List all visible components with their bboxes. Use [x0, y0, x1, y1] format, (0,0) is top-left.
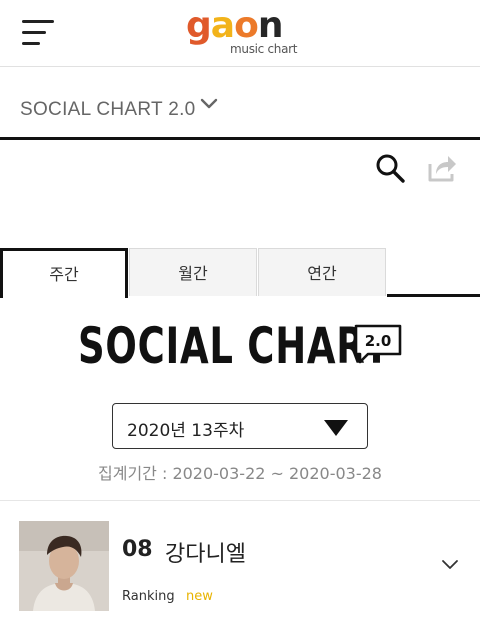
- logo-subtitle: music chart: [230, 42, 298, 56]
- tab-yearly[interactable]: 연간: [258, 248, 386, 296]
- toolbar: [0, 140, 480, 248]
- chart-selector-title: SOCIAL CHART 2.0: [20, 99, 196, 120]
- chart-badge-label: 2.0: [365, 332, 392, 350]
- tab-monthly[interactable]: 월간: [129, 248, 257, 296]
- chart-entry[interactable]: 08 강다니엘 Ranking new: [0, 501, 480, 630]
- chart-selector[interactable]: SOCIAL CHART 2.0: [0, 67, 480, 140]
- menu-icon[interactable]: [22, 18, 54, 48]
- entry-status-badge: new: [186, 589, 213, 604]
- speech-bubble-icon: 2.0: [354, 324, 402, 364]
- chevron-down-icon[interactable]: [199, 96, 219, 112]
- week-select[interactable]: 2020년 13주차: [112, 403, 368, 449]
- logo-wordmark: gaon: [186, 5, 283, 46]
- entry-artist-name: 강다니엘: [165, 542, 246, 567]
- period-tabs: 주간 월간 연간: [0, 248, 480, 298]
- entry-ranking-label: Ranking: [122, 589, 175, 604]
- search-icon[interactable]: [374, 152, 406, 184]
- social-chart-logo: SOCIAL CHART 2.0: [78, 316, 408, 378]
- tab-weekly[interactable]: 주간: [0, 248, 128, 298]
- artist-photo: [19, 521, 109, 611]
- chevron-down-icon[interactable]: [440, 558, 460, 572]
- social-chart-logo-text: SOCIAL CHART: [78, 317, 390, 375]
- dropdown-caret-icon: [324, 420, 348, 436]
- aggregation-period: 집계기간 : 2020-03-22 ~ 2020-03-28: [98, 464, 382, 483]
- share-icon[interactable]: [426, 152, 458, 184]
- tab-underline-right: [387, 294, 480, 297]
- week-select-value: 2020년 13주차: [127, 421, 245, 441]
- gaon-logo[interactable]: gaon music chart: [186, 6, 298, 58]
- app-header: gaon music chart: [0, 0, 480, 67]
- entry-rank: 08: [122, 537, 153, 562]
